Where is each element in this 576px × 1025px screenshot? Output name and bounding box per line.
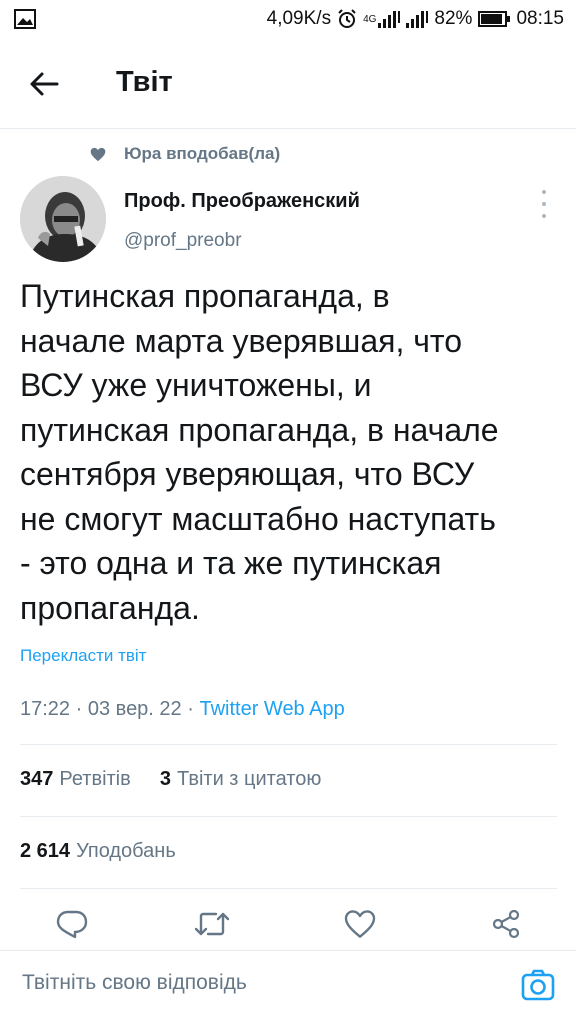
meta-separator: · xyxy=(75,698,83,720)
more-dot xyxy=(542,214,546,218)
meta-separator: · xyxy=(187,698,194,720)
avatar-photo xyxy=(20,176,106,262)
retweets-stat[interactable]: 347 Ретвітів xyxy=(20,768,131,790)
reply-bar: Твітніть свою відповідь xyxy=(0,950,576,1025)
network-speed: 4,09K/s xyxy=(266,8,332,29)
signal-icon xyxy=(378,11,401,28)
retweet-icon xyxy=(194,912,230,936)
network-type: 4G xyxy=(363,13,377,25)
retweet-button[interactable] xyxy=(192,904,232,944)
more-options-button[interactable] xyxy=(536,190,552,218)
divider xyxy=(20,816,557,817)
avatar[interactable] xyxy=(20,176,106,262)
divider xyxy=(20,744,557,745)
author-handle[interactable]: @prof_preobr xyxy=(124,230,242,252)
quotes-stat[interactable]: 3 Твіти з цитатою xyxy=(160,768,321,790)
page-title: Твіт xyxy=(116,66,173,98)
tweet-metadata: 17:22 · 03 вер. 22 · Twitter Web App xyxy=(20,698,345,721)
gallery-icon xyxy=(14,9,36,29)
alarm-icon xyxy=(338,9,356,28)
top-app-bar: Твіт xyxy=(0,40,576,129)
quotes-label: Твіти з цитатою xyxy=(177,768,322,790)
more-dot xyxy=(542,190,546,194)
heart-icon xyxy=(90,147,106,161)
quotes-count: 3 xyxy=(159,768,172,790)
retweet-stats: 347 Ретвітів 3 Твіти з цитатою xyxy=(20,768,321,791)
tweet-time: 17:22 xyxy=(20,698,71,720)
more-dot xyxy=(542,202,546,206)
author-name[interactable]: Проф. Преображенский xyxy=(124,190,360,213)
like-button[interactable] xyxy=(340,904,380,944)
arrow-left-icon xyxy=(30,72,59,96)
likes-stats[interactable]: 2 614 Уподобань xyxy=(20,840,176,863)
status-bar: 4,09K/s 4G 82% 08:15 xyxy=(0,0,576,40)
retweets-count: 347 xyxy=(20,768,54,790)
clock: 08:15 xyxy=(516,8,564,29)
reply-icon xyxy=(56,910,88,939)
reply-button[interactable] xyxy=(52,904,92,944)
divider xyxy=(20,888,557,889)
camera-icon xyxy=(521,969,555,1001)
back-button[interactable] xyxy=(24,64,64,104)
reply-input[interactable]: Твітніть свою відповідь xyxy=(22,971,247,995)
share-button[interactable] xyxy=(486,904,526,944)
liked-by-text: Юра вподобав(ла) xyxy=(124,144,281,163)
battery-icon xyxy=(478,11,511,27)
tweet-text: Путинская пропаганда, в начале марта уве… xyxy=(20,278,499,626)
status-icons: 4,09K/s 4G 82% 08:15 xyxy=(267,6,564,32)
tweet-actions xyxy=(0,904,576,946)
signal-icon xyxy=(406,11,429,28)
camera-button[interactable] xyxy=(520,967,556,1003)
battery-percent: 82% xyxy=(434,8,473,29)
share-icon xyxy=(492,909,520,939)
retweets-label: Ретвітів xyxy=(59,768,131,790)
likes-count: 2 614 xyxy=(20,840,71,862)
likes-label: Уподобань xyxy=(76,840,176,862)
social-context: Юра вподобав(ла) xyxy=(90,144,280,164)
tweet-date: 03 вер. 22 xyxy=(87,698,182,720)
translate-tweet-link[interactable]: Перекласти твіт xyxy=(20,646,146,666)
like-icon xyxy=(344,910,376,938)
tweet-source-link[interactable]: Twitter Web App xyxy=(199,698,344,720)
